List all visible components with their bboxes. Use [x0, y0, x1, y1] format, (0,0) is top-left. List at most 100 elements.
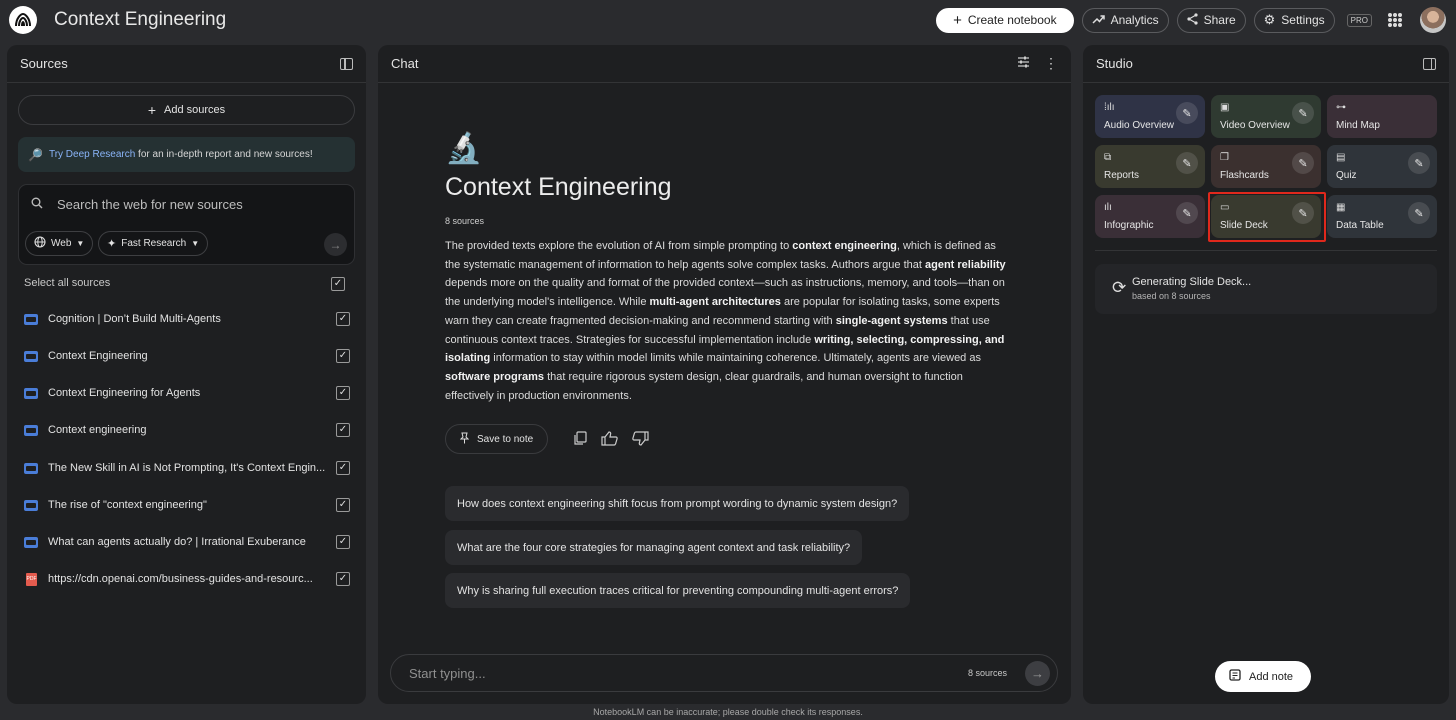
- web-icon: [24, 313, 38, 325]
- notebooklm-logo-icon[interactable]: [9, 6, 37, 34]
- source-checkbox[interactable]: ✓: [336, 498, 350, 512]
- notebook-title[interactable]: Context Engineering: [54, 9, 226, 31]
- summary-highlight: context engineering: [792, 240, 897, 252]
- suggested-question[interactable]: What are the four core strategies for ma…: [445, 530, 863, 565]
- studio-header: Studio: [1096, 56, 1133, 71]
- source-item[interactable]: The New Skill in AI is Not Prompting, It…: [24, 458, 350, 478]
- summary-text: information to stay within model limits …: [490, 352, 981, 365]
- thumbs-down-icon[interactable]: [632, 431, 649, 449]
- save-to-note-button[interactable]: Save to note: [445, 424, 549, 454]
- edit-icon[interactable]: ✎: [1176, 202, 1198, 224]
- summary-highlight: agent reliability: [924, 258, 1006, 271]
- summary-highlight: multi-agent architectures: [649, 296, 781, 309]
- web-source-dropdown[interactable]: Web ▼: [25, 231, 94, 256]
- web-icon: [24, 536, 38, 548]
- studio-tile-infographic[interactable]: ılı Infographic ✎: [1095, 195, 1205, 238]
- studio-tile-label: Data Table: [1336, 220, 1384, 231]
- source-item[interactable]: Context engineering ✓: [24, 420, 350, 440]
- suggested-question[interactable]: Why is sharing full execution traces cri…: [445, 573, 911, 608]
- chat-input[interactable]: Start typing... 8 sources →: [390, 654, 1058, 692]
- studio-tile-label: Flashcards: [1220, 170, 1269, 181]
- create-notebook-button[interactable]: + Create notebook: [936, 7, 1074, 33]
- studio-tile-video-overview[interactable]: ▣ Video Overview ✎: [1211, 95, 1321, 138]
- chat-header: Chat: [391, 56, 419, 71]
- research-mode-dropdown[interactable]: ✦ Fast Research ▼: [98, 231, 209, 256]
- disclaimer-footer: NotebookLM can be inaccurate; please dou…: [593, 707, 863, 717]
- source-item-label: What can agents actually do? | Irrationa…: [48, 536, 306, 548]
- mind-map-icon: ⊶: [1336, 102, 1346, 113]
- source-item[interactable]: Context Engineering ✓: [24, 346, 350, 366]
- studio-tile-flashcards[interactable]: ❐ Flashcards ✎: [1211, 145, 1321, 188]
- summary-highlight: single-agent systems: [835, 314, 948, 327]
- notebook-summary: The provided texts explore the evolution…: [445, 237, 1007, 405]
- edit-icon[interactable]: ✎: [1176, 102, 1198, 124]
- tune-icon[interactable]: [1017, 56, 1030, 71]
- sources-header: Sources: [20, 56, 68, 71]
- table-icon: ▦: [1336, 202, 1346, 213]
- collapse-panel-icon[interactable]: [1423, 57, 1436, 70]
- arrow-right-icon: →: [1031, 665, 1044, 681]
- more-vert-icon[interactable]: ⋮: [1044, 55, 1058, 72]
- deep-research-link[interactable]: Try Deep Research: [49, 149, 135, 160]
- slide-deck-highlight: [1208, 192, 1326, 242]
- web-search-input[interactable]: Search the web for new sources: [31, 197, 243, 212]
- avatar[interactable]: [1420, 7, 1446, 33]
- source-checkbox[interactable]: ✓: [336, 535, 350, 549]
- apps-grid-icon[interactable]: [1388, 13, 1402, 27]
- studio-tile-reports[interactable]: ⧉ Reports ✎: [1095, 145, 1205, 188]
- copy-icon[interactable]: [573, 431, 587, 449]
- source-item[interactable]: What can agents actually do? | Irrationa…: [24, 532, 350, 552]
- collapse-panel-icon[interactable]: [340, 57, 353, 70]
- source-item-label: https://cdn.openai.com/business-guides-a…: [48, 573, 313, 585]
- pdf-icon: PDF: [26, 572, 37, 586]
- select-all-label: Select all sources: [24, 277, 111, 289]
- add-note-button[interactable]: Add note: [1215, 661, 1312, 692]
- top-bar: Context Engineering + Create notebook An…: [0, 0, 1456, 40]
- sync-icon: ⟳: [1112, 278, 1127, 297]
- analytics-label: Analytics: [1110, 13, 1159, 27]
- edit-icon[interactable]: ✎: [1292, 152, 1314, 174]
- send-button[interactable]: →: [1025, 660, 1050, 686]
- add-sources-button[interactable]: + Add sources: [18, 95, 355, 125]
- microscope-icon: 🔬: [445, 132, 483, 165]
- chat-source-count: 8 sources: [445, 216, 485, 226]
- select-all-checkbox[interactable]: ✓: [331, 277, 345, 291]
- source-checkbox[interactable]: ✓: [336, 572, 350, 586]
- source-item[interactable]: Context Engineering for Agents ✓: [24, 383, 350, 403]
- suggested-question[interactable]: How does context engineering shift focus…: [445, 486, 910, 521]
- source-checkbox[interactable]: ✓: [336, 312, 350, 326]
- source-item-label: Context Engineering for Agents: [48, 387, 201, 399]
- edit-icon[interactable]: ✎: [1292, 102, 1314, 124]
- thumbs-up-icon[interactable]: [601, 431, 618, 449]
- source-item-label: Context Engineering: [48, 350, 148, 362]
- edit-icon[interactable]: ✎: [1176, 152, 1198, 174]
- studio-tile-data-table[interactable]: ▦ Data Table ✎: [1327, 195, 1437, 238]
- save-to-note-label: Save to note: [477, 433, 534, 445]
- submit-search-button[interactable]: →: [324, 233, 347, 256]
- generating-artifact-card[interactable]: ⟳ Generating Slide Deck... based on 8 so…: [1095, 264, 1437, 314]
- source-checkbox[interactable]: ✓: [336, 461, 350, 475]
- source-checkbox[interactable]: ✓: [336, 349, 350, 363]
- studio-tile-mind-map[interactable]: ⊶ Mind Map: [1327, 95, 1437, 138]
- share-button[interactable]: Share: [1176, 7, 1246, 33]
- source-item[interactable]: Cognition | Don’t Build Multi-Agents ✓: [24, 309, 350, 329]
- edit-icon[interactable]: ✎: [1408, 152, 1430, 174]
- note-icon: [1229, 669, 1241, 684]
- deep-research-banner[interactable]: 🔎 Try Deep Research for an in-depth repo…: [18, 137, 355, 172]
- plus-icon: +: [147, 102, 157, 118]
- magnifier-sparkle-icon: 🔎: [28, 147, 43, 162]
- reports-icon: ⧉: [1104, 152, 1112, 163]
- source-checkbox[interactable]: ✓: [336, 423, 350, 437]
- plus-icon: +: [953, 11, 962, 29]
- studio-tile-audio-overview[interactable]: ⁞ılı Audio Overview ✎: [1095, 95, 1205, 138]
- source-checkbox[interactable]: ✓: [336, 386, 350, 400]
- analytics-button[interactable]: Analytics: [1081, 7, 1169, 33]
- web-search-box: Search the web for new sources Web ▼ ✦ F…: [18, 184, 355, 265]
- studio-tile-quiz[interactable]: ▤ Quiz ✎: [1327, 145, 1437, 188]
- edit-icon[interactable]: ✎: [1408, 202, 1430, 224]
- create-notebook-label: Create notebook: [967, 13, 1057, 27]
- source-item[interactable]: The rise of "context engineering" ✓: [24, 495, 350, 515]
- summary-highlight: software programs: [445, 370, 545, 383]
- settings-button[interactable]: ⚙ Settings: [1253, 7, 1335, 33]
- source-item[interactable]: PDF https://cdn.openai.com/business-guide…: [24, 569, 350, 589]
